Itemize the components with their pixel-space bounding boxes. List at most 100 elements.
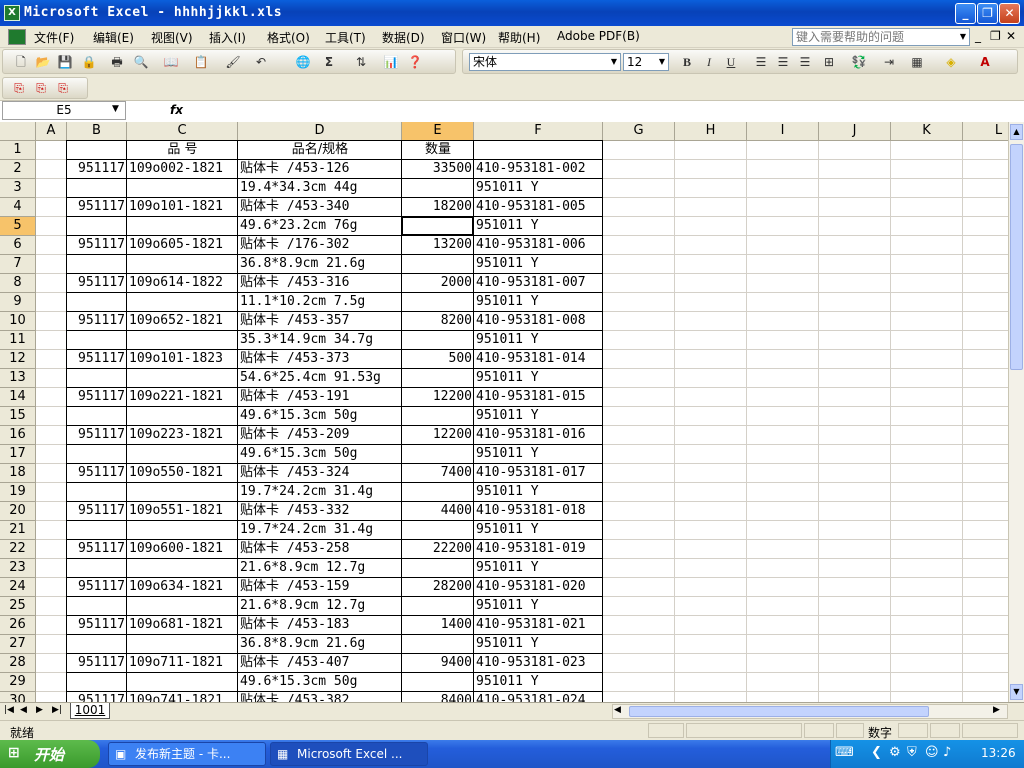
cell-d2[interactable]: 贴体卡 /453-126 [238, 160, 402, 179]
align-right-icon[interactable]: ☰ [797, 54, 813, 70]
cell-f21[interactable]: 951011 Y [474, 521, 603, 540]
cell-d22[interactable]: 贴体卡 /453-258 [238, 540, 402, 559]
column-header-e[interactable]: E [402, 122, 474, 141]
row-header-15[interactable]: 15 [0, 407, 36, 426]
cell-b2[interactable]: 951117 [67, 160, 127, 179]
insert-function-icon[interactable]: fx [170, 103, 183, 117]
cell-f24[interactable]: 410-953181-020 [474, 578, 603, 597]
cell-b30[interactable]: 951117 [67, 692, 127, 702]
cell-d4[interactable]: 贴体卡 /453-340 [238, 198, 402, 217]
cell-b8[interactable]: 951117 [67, 274, 127, 293]
menu-edit[interactable]: 编辑(E) [93, 29, 134, 46]
column-header-g[interactable]: G [603, 122, 675, 141]
cell-c24[interactable]: 109o634-1821 [127, 578, 238, 597]
cell-d28[interactable]: 贴体卡 /453-407 [238, 654, 402, 673]
cell-c30[interactable]: 109o741-1821 [127, 692, 238, 702]
row-header-24[interactable]: 24 [0, 578, 36, 597]
cell-c23[interactable] [127, 559, 238, 578]
row-header-22[interactable]: 22 [0, 540, 36, 559]
row-header-16[interactable]: 16 [0, 426, 36, 445]
row-header-18[interactable]: 18 [0, 464, 36, 483]
column-header-f[interactable]: F [474, 122, 603, 141]
cell-b15[interactable] [67, 407, 127, 426]
row-header-2[interactable]: 2 [0, 160, 36, 179]
cell-f22[interactable]: 410-953181-019 [474, 540, 603, 559]
menu-adobe-pdf[interactable]: Adobe PDF(B) [557, 29, 640, 43]
font-color-icon[interactable]: A [977, 54, 993, 70]
cell-f10[interactable]: 410-953181-008 [474, 312, 603, 331]
cell-c20[interactable]: 109o551-1821 [127, 502, 238, 521]
cell-d1[interactable]: 品名/规格 [238, 141, 402, 160]
select-all-corner[interactable] [0, 122, 36, 141]
cell-c4[interactable]: 109o101-1821 [127, 198, 238, 217]
cell-f28[interactable]: 410-953181-023 [474, 654, 603, 673]
cell-f3[interactable]: 951011 Y [474, 179, 603, 198]
tray-expand-icon[interactable]: ❮ [871, 745, 882, 760]
cell-e7[interactable] [402, 255, 474, 274]
cell-e15[interactable] [402, 407, 474, 426]
cell-f1[interactable] [474, 141, 603, 160]
cell-d29[interactable]: 49.6*15.3cm 50g [238, 673, 402, 692]
cell-e25[interactable] [402, 597, 474, 616]
doc-minimize-button[interactable]: _ [975, 29, 981, 43]
column-header-a[interactable]: A [36, 122, 67, 141]
open-folder-icon[interactable]: 📂 [35, 54, 51, 70]
column-header-j[interactable]: J [819, 122, 891, 141]
cell-b18[interactable]: 951117 [67, 464, 127, 483]
cell-f15[interactable]: 951011 Y [474, 407, 603, 426]
cell-e3[interactable] [402, 179, 474, 198]
cell-d6[interactable]: 贴体卡 /176-302 [238, 236, 402, 255]
network-icon[interactable]: ⚙ [889, 745, 901, 760]
currency-icon[interactable]: 💱 [851, 54, 867, 70]
next-sheet-icon[interactable]: ▶ [36, 705, 43, 715]
format-painter-icon[interactable]: 🖌 [225, 54, 241, 70]
cell-c29[interactable] [127, 673, 238, 692]
new-file-icon[interactable]: 🗋 [13, 54, 29, 70]
cell-f9[interactable]: 951011 Y [474, 293, 603, 312]
cell-f18[interactable]: 410-953181-017 [474, 464, 603, 483]
fill-color-icon[interactable]: ◈ [943, 54, 959, 70]
borders-icon[interactable]: ▦ [909, 54, 925, 70]
cell-b1[interactable] [67, 141, 127, 160]
cell-d27[interactable]: 36.8*8.9cm 21.6g [238, 635, 402, 654]
cell-b26[interactable]: 951117 [67, 616, 127, 635]
horizontal-scrollbar[interactable]: ◀ ▶ [612, 704, 1008, 719]
cell-d23[interactable]: 21.6*8.9cm 12.7g [238, 559, 402, 578]
cell-c26[interactable]: 109o681-1821 [127, 616, 238, 635]
cell-c5[interactable] [127, 217, 238, 236]
workbook-icon[interactable] [8, 29, 26, 45]
cell-b10[interactable]: 951117 [67, 312, 127, 331]
row-header-26[interactable]: 26 [0, 616, 36, 635]
security-icon[interactable]: ⛨ [907, 745, 917, 760]
cell-e10[interactable]: 8200 [402, 312, 474, 331]
cell-e17[interactable] [402, 445, 474, 464]
active-cell-outline[interactable] [401, 216, 474, 236]
cell-d15[interactable]: 49.6*15.3cm 50g [238, 407, 402, 426]
start-button[interactable]: ⊞ 开始 [0, 740, 100, 768]
row-header-9[interactable]: 9 [0, 293, 36, 312]
volume-icon[interactable]: ♪ [943, 745, 951, 760]
row-header-5[interactable]: 5 [0, 217, 36, 236]
cell-b23[interactable] [67, 559, 127, 578]
row-header-10[interactable]: 10 [0, 312, 36, 331]
restore-button[interactable]: ❐ [977, 3, 998, 24]
cell-f19[interactable]: 951011 Y [474, 483, 603, 502]
cell-f25[interactable]: 951011 Y [474, 597, 603, 616]
print-icon[interactable]: 🖶 [109, 54, 125, 70]
chart-wizard-icon[interactable]: 📊 [383, 54, 399, 70]
cell-c16[interactable]: 109o223-1821 [127, 426, 238, 445]
sort-ascending-icon[interactable]: ⇅ [353, 54, 369, 70]
menu-help[interactable]: 帮助(H) [498, 29, 540, 46]
cell-c21[interactable] [127, 521, 238, 540]
cell-d14[interactable]: 贴体卡 /453-191 [238, 388, 402, 407]
row-header-27[interactable]: 27 [0, 635, 36, 654]
cell-c7[interactable] [127, 255, 238, 274]
cell-c9[interactable] [127, 293, 238, 312]
cell-b9[interactable] [67, 293, 127, 312]
row-header-11[interactable]: 11 [0, 331, 36, 350]
cell-b13[interactable] [67, 369, 127, 388]
cell-b12[interactable]: 951117 [67, 350, 127, 369]
cell-b11[interactable] [67, 331, 127, 350]
menu-view[interactable]: 视图(V) [151, 29, 193, 46]
column-header-i[interactable]: I [747, 122, 819, 141]
